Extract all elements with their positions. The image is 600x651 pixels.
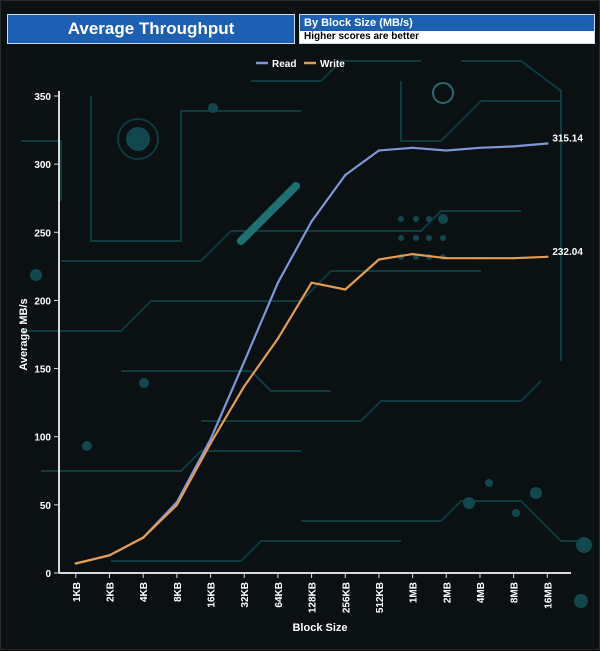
circuit-node xyxy=(440,235,446,241)
chart-frame: Average Throughput By Block Size (MB/s) … xyxy=(0,0,600,650)
circuit-node xyxy=(485,479,493,487)
circuit-node xyxy=(413,235,419,241)
data-point-read xyxy=(411,146,414,149)
y-tick-label: 300 xyxy=(34,160,51,171)
x-tick-label: 4MB xyxy=(476,582,487,603)
circuit-trace xyxy=(41,450,301,472)
circuit-trace xyxy=(90,96,301,242)
data-point-write xyxy=(108,554,111,557)
x-tick-label: 128KB xyxy=(308,582,319,613)
x-tick-label: 2KB xyxy=(106,582,117,602)
data-point-write xyxy=(276,337,280,340)
data-point-write xyxy=(209,442,212,445)
x-tick-label: 1KB xyxy=(72,582,83,602)
data-point-read xyxy=(276,281,280,284)
chart-axes: 0 50 100 150 200 250 300 350 1KB 2KB 4KB 8KB 16KB 32K… xyxy=(18,91,571,634)
circuit-trace xyxy=(400,81,561,142)
circuit-node xyxy=(576,537,592,553)
y-tick-label: 0 xyxy=(45,569,51,580)
x-axis-title: Block Size xyxy=(292,622,347,634)
circuit-trace xyxy=(201,380,542,422)
data-point-write xyxy=(411,252,414,256)
circuit-node xyxy=(398,235,404,241)
data-point-write xyxy=(377,258,381,261)
throughput-chart: 0 50 100 150 200 250 300 350 1KB 2KB 4KB 8KB 16KB 32K… xyxy=(18,59,592,634)
circuit-node xyxy=(574,594,588,608)
x-tick-label: 16MB xyxy=(543,582,554,609)
circuit-trace xyxy=(121,370,331,392)
chart-series: 315.14 232.04 xyxy=(74,134,583,565)
data-point-write xyxy=(74,562,78,565)
y-tick-label: 200 xyxy=(34,296,51,307)
x-tick-label: 4KB xyxy=(139,582,150,602)
data-point-write xyxy=(478,256,482,260)
circuit-node xyxy=(438,214,448,224)
x-tick-label: 64KB xyxy=(274,582,285,608)
y-tick-label: 50 xyxy=(40,501,52,512)
data-point-read xyxy=(377,149,381,152)
circuit-node xyxy=(426,216,432,222)
circuit-background xyxy=(21,60,592,608)
circuit-node xyxy=(82,441,92,451)
data-point-write xyxy=(243,385,246,388)
data-point-read xyxy=(310,220,313,223)
legend-label-read: Read xyxy=(272,59,296,70)
x-tick-label: 1MB xyxy=(409,582,420,603)
end-value-label-write: 232.04 xyxy=(552,247,583,258)
data-point-read xyxy=(243,360,246,363)
circuit-node xyxy=(463,497,475,509)
circuit-node xyxy=(530,487,542,499)
x-tick-label: 256KB xyxy=(341,582,352,613)
circuit-trace xyxy=(61,210,521,262)
chart-legend: Read Write xyxy=(256,59,345,70)
data-point-write xyxy=(175,503,179,507)
circuit-trace xyxy=(111,540,401,562)
data-point-read xyxy=(546,142,549,145)
circuit-node xyxy=(208,103,218,113)
circuit-ring xyxy=(432,82,454,104)
circuit-node xyxy=(398,216,404,222)
y-tick-label: 150 xyxy=(34,365,51,376)
circuit-trace xyxy=(21,270,481,332)
data-point-write xyxy=(344,288,347,291)
circuit-node xyxy=(413,216,419,222)
x-tick-label: 8MB xyxy=(510,582,521,603)
x-tick-label: 8KB xyxy=(173,582,184,602)
circuit-node xyxy=(426,235,432,241)
circuit-node xyxy=(139,378,149,388)
data-point-write xyxy=(445,256,448,260)
data-point-read xyxy=(512,145,515,148)
data-point-write xyxy=(512,256,515,260)
y-axis-title: Average MB/s xyxy=(18,298,30,370)
data-point-read xyxy=(478,146,482,149)
circuit-node xyxy=(126,127,150,151)
data-point-read xyxy=(344,173,347,177)
x-tick-label: 512KB xyxy=(375,582,386,613)
series-line-write xyxy=(75,253,548,565)
circuit-trace xyxy=(301,500,591,542)
circuit-node xyxy=(30,269,42,281)
legend-label-write: Write xyxy=(320,59,345,70)
x-tick-label: 2MB xyxy=(442,582,453,603)
x-tick-label: 32KB xyxy=(240,582,251,608)
circuit-trace xyxy=(237,182,300,245)
data-point-write xyxy=(141,536,145,539)
x-tick-label: 16KB xyxy=(207,582,218,608)
data-point-read xyxy=(445,149,448,152)
circuit-node xyxy=(512,509,520,517)
y-tick-label: 100 xyxy=(34,433,51,444)
y-tick-label: 250 xyxy=(34,228,51,239)
data-point-write xyxy=(546,255,549,258)
y-tick-label: 350 xyxy=(34,92,51,103)
end-value-label-read: 315.14 xyxy=(552,134,583,145)
data-point-write xyxy=(310,281,313,284)
